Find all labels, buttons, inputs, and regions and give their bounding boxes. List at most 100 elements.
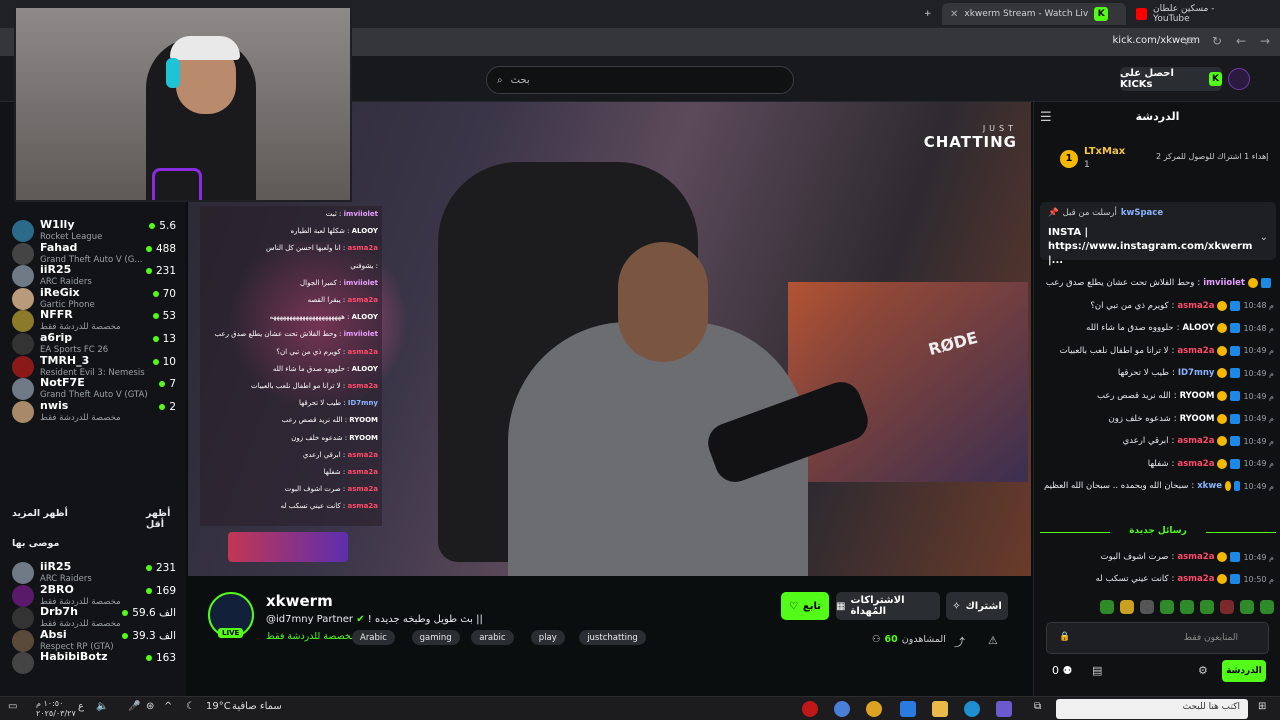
notification-icon[interactable]: ▭ xyxy=(8,701,17,712)
overlay-chat-user: ALOOY xyxy=(351,313,378,322)
emote-icon[interactable] xyxy=(1180,600,1194,614)
streamer-name[interactable]: xkwerm xyxy=(266,592,333,610)
volume-icon[interactable]: 🔈 xyxy=(96,701,108,712)
chat-message[interactable]: 10:49 م ID7mny: طيب لا تحرقها xyxy=(1044,368,1274,379)
live-badge: LIVE xyxy=(218,628,244,638)
message-user[interactable]: asma2a xyxy=(1177,459,1214,469)
chat-message[interactable]: 10:49 م asma2a: لا ترانا مو اطفال نلعب بال… xyxy=(1044,345,1274,356)
new-tab-button[interactable]: + xyxy=(916,3,940,25)
weather-desc[interactable]: سماء صافية xyxy=(232,701,282,712)
chat-message[interactable]: 10:48 م ALOOY: حلوووه صدق ما شاء الله xyxy=(1044,323,1274,334)
chevron-down-icon[interactable]: ⌄ xyxy=(1260,232,1268,243)
message-user[interactable]: asma2a xyxy=(1177,574,1214,584)
pinned-text[interactable]: INSTA | https://www.instagram.com/xkwerm… xyxy=(1048,226,1252,268)
tab-youtube[interactable]: مسكين علطان - YouTube xyxy=(1128,3,1254,25)
channel-viewers: 70 xyxy=(152,288,176,300)
back-icon[interactable]: ← xyxy=(1236,34,1246,48)
overlay-chat-text: ثبت xyxy=(325,210,337,218)
stream-tag[interactable]: play xyxy=(530,630,565,645)
stream-category[interactable]: مخصصة للدردشة فقط xyxy=(266,631,356,642)
message-user[interactable]: RYOOM xyxy=(1180,414,1215,424)
mic-icon[interactable]: 🎤 xyxy=(128,701,140,712)
tab-kick[interactable]: ✕ xkwerm Stream - Watch Liv K xyxy=(942,3,1126,25)
search-input[interactable]: ⌕ بحث xyxy=(486,66,794,94)
emote-icon[interactable] xyxy=(1260,600,1274,614)
leader-name[interactable]: LTxMax xyxy=(1084,146,1125,157)
stream-tag[interactable]: justchatting xyxy=(579,630,646,645)
message-user[interactable]: ID7mny xyxy=(1178,368,1215,378)
edge-icon[interactable] xyxy=(964,701,980,717)
message-user[interactable]: ALOOY xyxy=(1182,323,1214,333)
emote-icon[interactable] xyxy=(1120,600,1134,614)
points-count[interactable]: 0 ⚉ xyxy=(1052,664,1072,677)
subscribe-button[interactable]: ✧ اشتراك xyxy=(946,592,1008,620)
overlay-chat-line: : يشوفني xyxy=(350,261,378,270)
gift-subs-button[interactable]: ▦ الاشتراكات المُهداة xyxy=(836,592,940,620)
pinned-message[interactable]: 📌 أرسلت من قبل kwSpace INSTA | https://w… xyxy=(1040,202,1276,266)
windows-start-icon[interactable]: ⊞ xyxy=(1258,701,1266,712)
chat-input[interactable]: المتابعون فقط 🔒 xyxy=(1046,622,1269,654)
clock[interactable]: ١٠:٥٠ م ٢٠٢٥/٠٣/٢٧ xyxy=(36,699,76,719)
tune-icon[interactable]: ⇌ xyxy=(1184,34,1194,48)
task-view-icon[interactable]: ⧉ xyxy=(1034,701,1041,712)
gear-icon[interactable]: ⚙ xyxy=(1198,664,1208,677)
message-user[interactable]: asma2a xyxy=(1177,301,1214,311)
emote-icon[interactable] xyxy=(1140,600,1154,614)
emote-icon[interactable] xyxy=(1160,600,1174,614)
chat-message[interactable]: 10:49 م RYOOM: الله نريد قصص رعب xyxy=(1044,391,1274,401)
taskbar-search[interactable]: اكتب هنا للبحث xyxy=(1056,699,1248,719)
stream-tag[interactable]: gaming xyxy=(411,630,460,645)
weather-temp[interactable]: 19°C xyxy=(206,701,231,712)
message-user[interactable]: asma2a xyxy=(1177,346,1214,356)
chat-message[interactable]: 10:49 م xkwe: سبحان الله وبحمده .. سبحان ا… xyxy=(1044,481,1274,492)
app-icon[interactable] xyxy=(802,701,818,717)
file-explorer-icon[interactable] xyxy=(932,701,948,717)
emote-icon[interactable] xyxy=(1220,600,1234,614)
search-icon: ⌕ xyxy=(497,74,503,86)
forward-icon[interactable]: → xyxy=(1260,34,1270,48)
chat-message[interactable]: 10:48 م asma2a: كويرم ذي من تبي ان؟ xyxy=(1044,300,1274,311)
message-user[interactable]: asma2a xyxy=(1177,552,1214,562)
stream-tag[interactable]: Arabic xyxy=(352,630,395,645)
store-app-icon[interactable] xyxy=(900,701,916,717)
pinned-user[interactable]: kwSpace xyxy=(1121,208,1163,218)
emote-icon[interactable] xyxy=(1240,600,1254,614)
reload-icon[interactable]: ↻ xyxy=(1212,34,1222,48)
chat-message[interactable]: 10:49 م asma2a: ابرقي ارعدي xyxy=(1044,436,1274,447)
message-time: 10:49 م xyxy=(1243,391,1274,401)
profile-avatar[interactable] xyxy=(1228,68,1250,90)
message-user[interactable]: RYOOM xyxy=(1180,391,1215,401)
chat-message[interactable]: 10:49 م asma2a: صرت اشوف البوت xyxy=(1044,552,1274,562)
chat-message[interactable]: imviiolet: وحط الفلاش تحت عشان يطلع صدق ر… xyxy=(1044,278,1274,288)
follow-button[interactable]: ♡ تابع xyxy=(781,592,829,620)
chat-message[interactable]: 10:49 م RYOOM: شدعوه خلف زون xyxy=(1044,413,1274,424)
network-icon[interactable]: ⊛ xyxy=(146,701,154,712)
share-icon[interactable]: ⤴ xyxy=(954,634,965,650)
message-user[interactable]: asma2a xyxy=(1177,436,1214,446)
sidebar-channel[interactable]: nwis مخصصة للدردشة فقط 2 xyxy=(12,399,176,425)
search-placeholder: بحث xyxy=(510,74,530,86)
sidebar-channel[interactable]: HabibiBotz 163 xyxy=(12,650,176,676)
show-less-link[interactable]: أظهر أقل xyxy=(146,508,186,530)
emote-icon[interactable] xyxy=(1100,600,1114,614)
clock-time: ١٠:٥٠ م xyxy=(36,699,64,708)
show-more-link[interactable]: أظهر المزيد xyxy=(12,508,68,519)
input-language[interactable]: ع xyxy=(78,701,84,712)
get-kicks-button[interactable]: احصل على KICKs K xyxy=(1120,67,1222,91)
chat-message[interactable]: 10:49 م asma2a: شفلها xyxy=(1044,458,1274,469)
stream-tag[interactable]: arabic xyxy=(471,630,514,645)
chat-send-button[interactable]: الدردشة xyxy=(1222,660,1266,682)
report-icon[interactable]: ⚠ xyxy=(988,634,998,647)
close-tab-icon[interactable]: ✕ xyxy=(950,9,958,20)
store-icon[interactable]: ▤ xyxy=(1092,664,1102,677)
emote-icon[interactable] xyxy=(1200,600,1214,614)
channel-name: TMRH_3 xyxy=(40,353,90,367)
search-icon[interactable]: ⌕ xyxy=(1228,701,1234,712)
tray-chevron-icon[interactable]: ^ xyxy=(164,701,172,712)
discord-icon[interactable] xyxy=(834,701,850,717)
chat-message[interactable]: 10:50 م asma2a: كانت عيني تسكب له xyxy=(1044,574,1274,584)
message-user[interactable]: imviiolet xyxy=(1203,278,1245,288)
copilot-icon[interactable] xyxy=(996,701,1012,717)
chrome-icon[interactable] xyxy=(866,701,882,717)
message-user[interactable]: xkwe xyxy=(1197,481,1222,491)
